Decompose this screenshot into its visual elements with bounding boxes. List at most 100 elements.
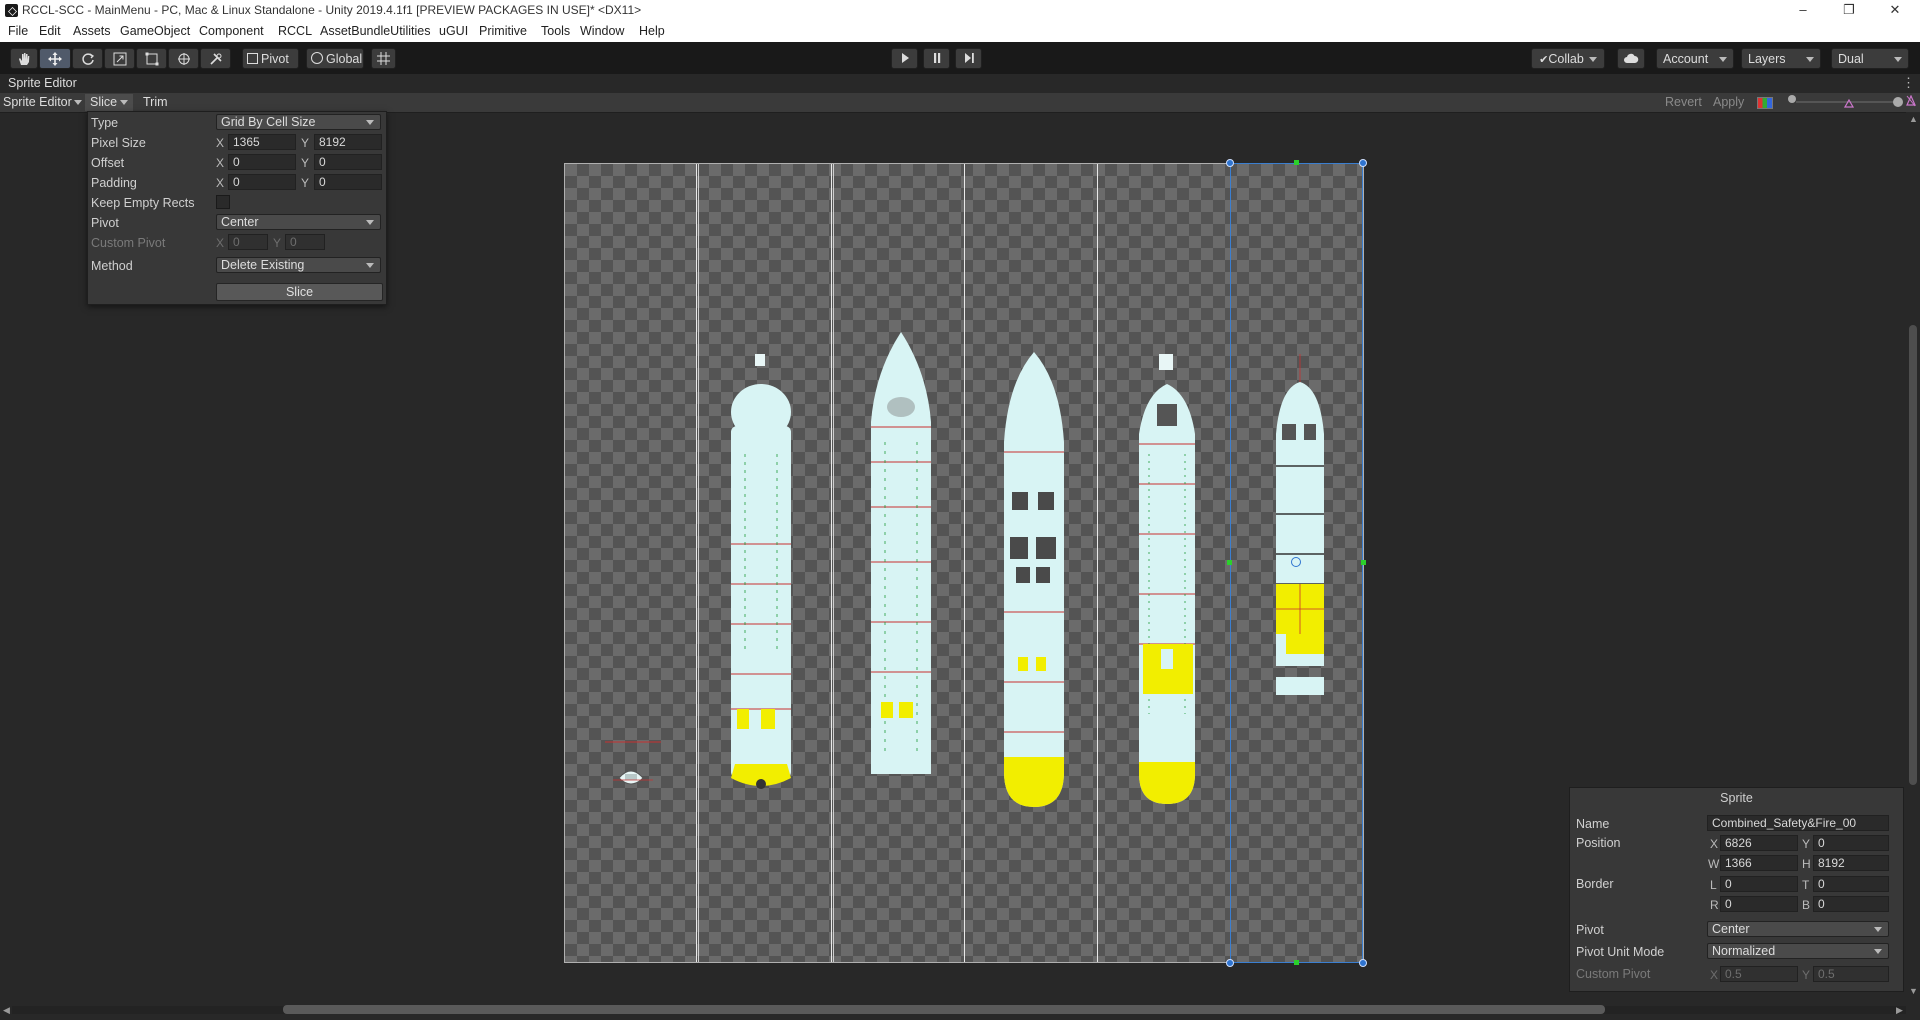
pivot-unit-mode-value: Normalized xyxy=(1712,944,1776,958)
menu-help[interactable]: Help xyxy=(639,24,665,38)
scroll-right-icon[interactable]: ▶ xyxy=(1896,1005,1903,1016)
offset-y-field[interactable]: 0 xyxy=(314,154,382,170)
padding-y-label: Y xyxy=(301,176,310,190)
keep-empty-rects-checkbox[interactable] xyxy=(216,195,230,209)
cloud-button[interactable] xyxy=(1617,48,1645,69)
sprite-deck-plan-2[interactable] xyxy=(865,332,937,782)
scroll-left-icon[interactable]: ◀ xyxy=(3,1005,10,1016)
custom-pivot-x-label: X xyxy=(216,236,225,250)
account-dropdown[interactable]: Account xyxy=(1656,48,1734,69)
pivot-handle[interactable] xyxy=(1291,557,1301,567)
snap-grid-button[interactable] xyxy=(371,48,396,69)
mode-dropdown[interactable]: Sprite Editor xyxy=(3,94,82,111)
resize-handle-right[interactable] xyxy=(1361,560,1366,565)
menu-edit[interactable]: Edit xyxy=(39,24,61,38)
menu-rccl[interactable]: RCCL xyxy=(278,24,312,38)
menu-gameobject[interactable]: GameObject xyxy=(120,24,190,38)
sprite-deck-plan-3[interactable] xyxy=(998,352,1070,812)
sprite-deck-plan-4[interactable] xyxy=(1131,354,1203,804)
chevron-down-icon xyxy=(1806,57,1814,62)
width-field[interactable]: 1366 xyxy=(1720,855,1798,871)
transform-icon xyxy=(177,53,190,65)
border-t-field[interactable]: 0 xyxy=(1813,876,1889,892)
zoom-handle[interactable] xyxy=(1893,97,1903,107)
height-field[interactable]: 8192 xyxy=(1813,855,1889,871)
offset-y-label: Y xyxy=(301,156,310,170)
slice-button[interactable]: Slice xyxy=(216,283,383,301)
resize-handle-left[interactable] xyxy=(1227,560,1232,565)
horizontal-scroll-thumb[interactable] xyxy=(283,1005,1605,1014)
pivot-toggle[interactable]: Pivot xyxy=(242,48,299,69)
position-x-label: X xyxy=(1710,837,1719,851)
layout-dropdown[interactable]: Dual xyxy=(1831,48,1909,69)
padding-y-field[interactable]: 0 xyxy=(314,174,382,190)
more-options-icon[interactable]: ⋮ xyxy=(1902,75,1915,91)
slice-dropdown[interactable]: Slice xyxy=(85,94,134,111)
vertical-scroll-thumb[interactable] xyxy=(1909,325,1917,785)
move-tool-button[interactable] xyxy=(39,48,71,69)
revert-button[interactable]: Revert xyxy=(1665,94,1702,111)
scroll-up-icon[interactable]: ▲ xyxy=(1909,114,1918,124)
resize-handle-top[interactable] xyxy=(1294,160,1299,165)
padding-x-field[interactable]: 0 xyxy=(228,174,296,190)
play-button[interactable] xyxy=(891,48,918,69)
pixel-size-y-field[interactable]: 8192 xyxy=(314,134,382,150)
pause-button[interactable] xyxy=(923,48,950,69)
menu-primitive[interactable]: Primitive xyxy=(479,24,527,38)
position-y-field[interactable]: 0 xyxy=(1813,835,1889,851)
resize-handle-top-left[interactable] xyxy=(1226,159,1234,167)
offset-x-field[interactable]: 0 xyxy=(228,154,296,170)
menu-window[interactable]: Window xyxy=(580,24,624,38)
border-b-field[interactable]: 0 xyxy=(1813,896,1889,912)
collab-dropdown[interactable]: ✔Collab xyxy=(1531,48,1605,69)
menu-ugui[interactable]: uGUI xyxy=(439,24,468,38)
position-x-field[interactable]: 6826 xyxy=(1720,835,1798,851)
border-label: Border xyxy=(1576,877,1614,891)
rotate-icon xyxy=(81,53,94,65)
close-button[interactable]: ✕ xyxy=(1872,0,1918,21)
layers-dropdown[interactable]: Layers xyxy=(1741,48,1821,69)
resize-handle-top-right[interactable] xyxy=(1359,159,1367,167)
menu-tools[interactable]: Tools xyxy=(541,24,570,38)
border-r-field[interactable]: 0 xyxy=(1720,896,1798,912)
vertical-scrollbar[interactable]: ▲ ▼ xyxy=(1906,112,1920,1000)
chevron-down-icon xyxy=(1719,57,1727,62)
sprite-deck-plan-0[interactable] xyxy=(605,734,665,794)
horizontal-scrollbar[interactable]: ◀ ▶ xyxy=(0,1000,1920,1020)
custom-pivot-y-label: Y xyxy=(273,236,282,250)
pivot-label: Pivot xyxy=(91,216,119,230)
apply-button[interactable]: Apply xyxy=(1713,94,1744,111)
method-dropdown[interactable]: Delete Existing xyxy=(216,257,381,273)
border-l-field[interactable]: 0 xyxy=(1720,876,1798,892)
menu-assetbundleutilities[interactable]: AssetBundleUtilities xyxy=(320,24,430,38)
menu-assets[interactable]: Assets xyxy=(73,24,111,38)
scroll-down-icon[interactable]: ▼ xyxy=(1909,986,1918,996)
pivot-label: Pivot xyxy=(1576,923,1604,937)
pivot-dropdown[interactable]: Center xyxy=(216,214,381,230)
pixel-size-x-field[interactable]: 1365 xyxy=(228,134,296,150)
rect-tool-button[interactable] xyxy=(136,48,167,69)
menu-component[interactable]: Component xyxy=(199,24,264,38)
color-channel-icon[interactable] xyxy=(1757,97,1773,109)
resize-handle-bottom[interactable] xyxy=(1294,960,1299,965)
transform-tool-button[interactable] xyxy=(168,48,199,69)
name-field[interactable]: Combined_Safety&Fire_00 xyxy=(1707,815,1889,831)
type-dropdown[interactable]: Grid By Cell Size xyxy=(216,114,381,130)
minimize-button[interactable]: – xyxy=(1780,0,1826,21)
sprite-deck-plan-1[interactable] xyxy=(725,354,797,804)
resize-handle-bottom-left[interactable] xyxy=(1226,959,1234,967)
global-toggle[interactable]: Global xyxy=(306,48,364,69)
pivot-unit-mode-dropdown[interactable]: Normalized xyxy=(1707,943,1889,959)
offset-label: Offset xyxy=(91,156,125,170)
custom-tool-button[interactable] xyxy=(200,48,231,69)
rotate-tool-button[interactable] xyxy=(72,48,103,69)
hand-tool-button[interactable] xyxy=(10,48,38,69)
pivot-dropdown[interactable]: Center xyxy=(1707,921,1889,937)
menu-file[interactable]: File xyxy=(8,24,28,38)
maximize-button[interactable]: ❐ xyxy=(1826,0,1872,21)
trim-button[interactable]: Trim xyxy=(143,94,168,111)
resize-handle-bottom-right[interactable] xyxy=(1359,959,1367,967)
step-button[interactable] xyxy=(955,48,982,69)
scale-tool-button[interactable] xyxy=(104,48,135,69)
tab-sprite-editor[interactable]: Sprite Editor xyxy=(8,76,77,90)
